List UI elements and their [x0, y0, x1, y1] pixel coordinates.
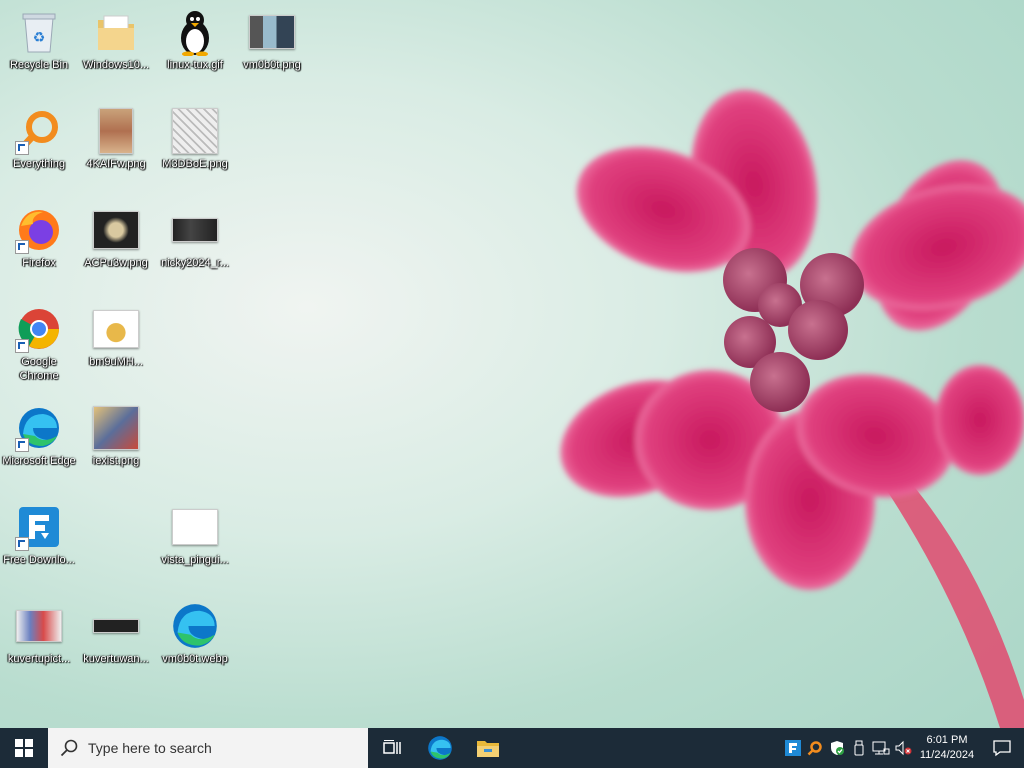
tray-network-icon[interactable]: [870, 728, 892, 768]
windows-logo-icon: [15, 739, 33, 757]
taskbar-edge-button[interactable]: [416, 728, 464, 768]
clock-time: 6:01 PM: [926, 734, 968, 746]
everything-search-icon: [15, 107, 63, 155]
tray-usb-icon[interactable]: [848, 728, 870, 768]
desktop-icon-nicky2024[interactable]: nicky2024_r...: [157, 202, 233, 270]
image-thumbnail-icon: [15, 602, 63, 650]
image-thumbnail-icon: [92, 305, 140, 353]
system-tray: 6:01 PM 11/24/2024: [782, 728, 1024, 768]
desktop-icon-linux-tux[interactable]: linux-tux.gif: [157, 4, 233, 72]
action-center-button[interactable]: [980, 728, 1024, 768]
desktop-icon-everything[interactable]: Everything: [1, 103, 77, 171]
desktop-icon-kuvertuwan[interactable]: kuvertuwan...: [78, 598, 154, 666]
shortcut-arrow-icon: [15, 537, 29, 551]
download-manager-icon: [15, 503, 63, 551]
image-thumbnail-icon: [171, 206, 219, 254]
desktop-icon-vm0b0t-webp[interactable]: vm0b0t.webp: [157, 598, 233, 666]
chrome-icon: [15, 305, 63, 353]
shortcut-arrow-icon: [15, 438, 29, 452]
task-view-icon: [383, 740, 401, 754]
taskbar-search-box[interactable]: Type here to search: [48, 728, 368, 768]
image-thumbnail-icon: [171, 107, 219, 155]
image-thumbnail-icon: [92, 602, 140, 650]
desktop-icon-vista-pingui[interactable]: vista_pingui...: [157, 499, 233, 567]
tux-penguin-icon: [171, 8, 219, 56]
shortcut-arrow-icon: [15, 141, 29, 155]
desktop-icon-free-download-manager[interactable]: Free Downlo...: [1, 499, 77, 567]
tray-everything-icon[interactable]: [804, 728, 826, 768]
desktop-icon-firefox[interactable]: Firefox: [1, 202, 77, 270]
image-thumbnail-icon: [92, 107, 140, 155]
task-view-button[interactable]: [368, 728, 416, 768]
recycle-bin-icon: ♻: [15, 8, 63, 56]
edge-icon: [15, 404, 63, 452]
desktop-icon-recycle-bin[interactable]: ♻ Recycle Bin: [1, 4, 77, 72]
desktop-icon-google-chrome[interactable]: Google Chrome: [1, 301, 77, 383]
desktop-icon-vm0b0t-png[interactable]: vm0b0t.png: [234, 4, 310, 72]
search-icon: [60, 739, 78, 757]
desktop-icon-m3dboe-png[interactable]: M3DBoE.png: [157, 103, 233, 171]
edge-webp-icon: [171, 602, 219, 650]
svg-text:♻: ♻: [33, 29, 46, 45]
tray-download-manager-icon[interactable]: [782, 728, 804, 768]
firefox-icon: [15, 206, 63, 254]
taskbar: Type here to search 6:01 PM 11/24/2024: [0, 728, 1024, 768]
desktop-icon-bm9umh[interactable]: bm9uMH...: [78, 301, 154, 369]
desktop-icon-acpu3w-png[interactable]: ACPu3w.png: [78, 202, 154, 270]
tray-volume-muted-icon[interactable]: [892, 728, 914, 768]
folder-icon: [477, 741, 499, 757]
notification-icon: [993, 740, 1011, 757]
desktop-icon-kuvertupict[interactable]: kuvertupict...: [1, 598, 77, 666]
shortcut-arrow-icon: [15, 240, 29, 254]
taskbar-file-explorer-button[interactable]: [464, 728, 512, 768]
search-placeholder: Type here to search: [88, 740, 212, 756]
shortcut-arrow-icon: [15, 339, 29, 353]
clock-date: 11/24/2024: [919, 749, 975, 761]
edge-icon: [428, 736, 452, 760]
image-thumbnail-icon: [92, 404, 140, 452]
desktop-icon-iexist-png[interactable]: iexist.png: [78, 400, 154, 468]
taskbar-clock[interactable]: 6:01 PM 11/24/2024: [914, 733, 980, 763]
image-thumbnail-icon: [92, 206, 140, 254]
desktop-icon-windows10-folder[interactable]: Windows10...: [78, 4, 154, 72]
start-button[interactable]: [0, 728, 48, 768]
tray-security-shield-icon[interactable]: [826, 728, 848, 768]
desktop-icon-microsoft-edge[interactable]: Microsoft Edge: [1, 400, 77, 468]
image-thumbnail-icon: [171, 503, 219, 551]
desktop-icon-4kaifw-png[interactable]: 4KAIFw.png: [78, 103, 154, 171]
image-thumbnail-icon: [248, 8, 296, 56]
folder-icon: [92, 8, 140, 56]
